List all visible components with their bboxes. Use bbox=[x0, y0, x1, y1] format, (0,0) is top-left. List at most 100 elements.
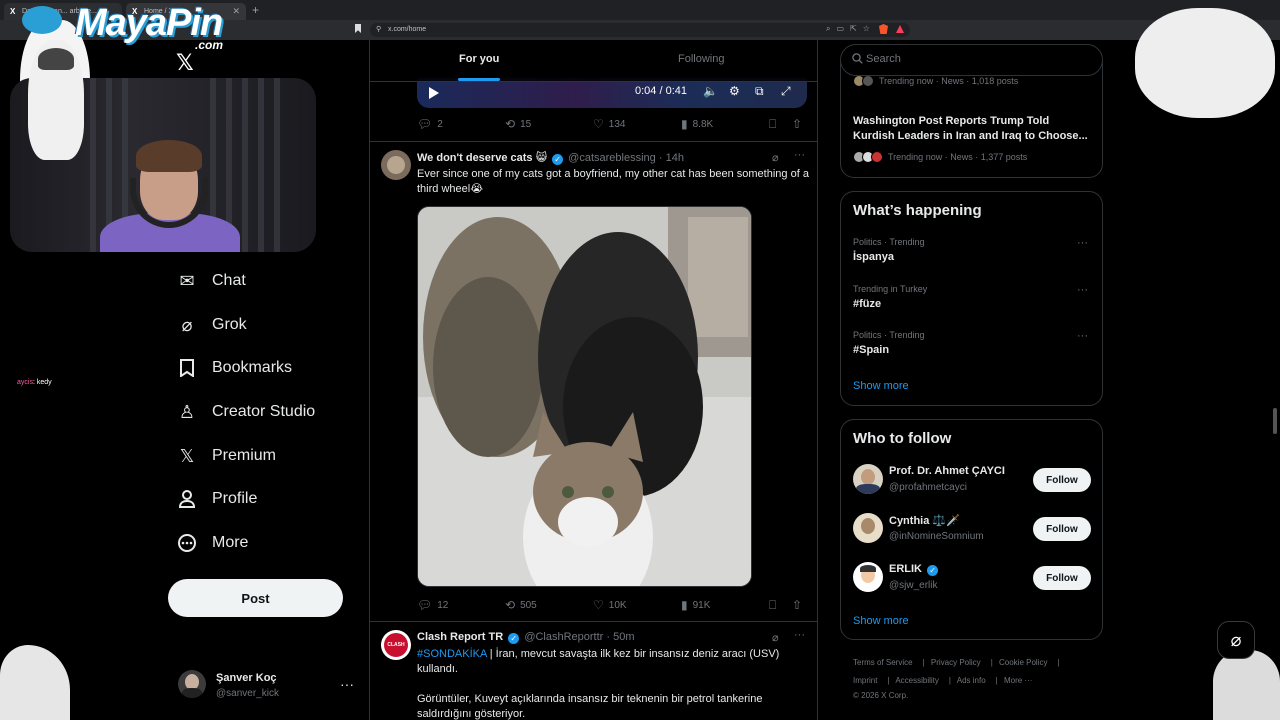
tweet-author-handle[interactable]: @catsareblessing bbox=[568, 152, 656, 164]
more-options-icon[interactable]: ··· bbox=[1077, 330, 1088, 342]
sidebar-item-label: Chat bbox=[212, 272, 246, 289]
follow-suggestion-handle: @inNomineSomnium bbox=[889, 531, 984, 542]
cat-sticker-bottom-left bbox=[0, 645, 70, 720]
more-options-icon[interactable]: ··· bbox=[340, 676, 354, 692]
trend-meta: Politics · Trending bbox=[853, 237, 925, 247]
grok-icon[interactable]: ⌀ bbox=[1217, 621, 1255, 659]
views-button[interactable]: ▮ 8.8K bbox=[681, 117, 713, 131]
tweet-time[interactable]: 14h bbox=[666, 152, 684, 164]
avatar[interactable]: CLASH bbox=[381, 630, 411, 660]
play-icon[interactable] bbox=[429, 87, 439, 99]
repost-button[interactable]: ⟲ 15 bbox=[505, 117, 531, 131]
footer-link[interactable]: Privacy Policy bbox=[931, 658, 981, 667]
hashtag-link[interactable]: #SONDAKİKA bbox=[417, 648, 487, 660]
more-options-icon[interactable]: ··· bbox=[794, 149, 805, 161]
reply-icon: 💬︎ bbox=[417, 117, 433, 131]
search-input[interactable] bbox=[866, 53, 1086, 65]
follow-button[interactable]: Follow bbox=[1033, 517, 1091, 541]
trend-name: #Spain bbox=[853, 344, 890, 356]
like-button[interactable]: ♡ 10K bbox=[593, 598, 627, 612]
scrollbar[interactable] bbox=[1273, 408, 1277, 434]
news-headline[interactable]: Washington Post Reports Trump Told Kurdi… bbox=[853, 114, 1093, 144]
follow-suggestion-name[interactable]: Cynthia ⚖️🗡️ bbox=[889, 514, 960, 527]
sidebar-item-creator-studio[interactable]: ♙ Creator Studio bbox=[176, 397, 315, 427]
account-handle: @sanver_kick bbox=[216, 688, 279, 699]
address-bar-actions[interactable]: ⌕▭⇱☆ bbox=[826, 24, 876, 34]
tweet-header: We don't deserve cats 😸 ✓ @catsareblessi… bbox=[417, 152, 684, 165]
tweet-video[interactable] bbox=[417, 206, 752, 587]
sidebar-item-chat[interactable]: ✉ Chat bbox=[176, 266, 246, 296]
sidebar-item-grok[interactable]: ⌀ Grok bbox=[176, 310, 247, 340]
tab-following[interactable]: Following bbox=[678, 53, 724, 65]
sidebar-item-bookmarks[interactable]: Bookmarks bbox=[176, 353, 292, 383]
who-to-follow-panel: Who to follow Prof. Dr. Ahmet ÇAYCI @pro… bbox=[840, 419, 1103, 640]
footer-link[interactable]: Ads info bbox=[957, 676, 986, 685]
volume-icon[interactable]: 🔈 bbox=[703, 84, 718, 98]
follow-suggestion-handle: @sjw_erlik bbox=[889, 580, 938, 591]
show-more-link[interactable]: Show more bbox=[853, 380, 909, 392]
grok-explain-icon[interactable]: ⌀ bbox=[772, 151, 779, 164]
more-options-icon[interactable]: ··· bbox=[1077, 284, 1088, 296]
x-premium-icon: 𝕏 bbox=[179, 445, 195, 466]
follow-suggestion-name[interactable]: Prof. Dr. Ahmet ÇAYCI bbox=[889, 465, 1005, 477]
post-button[interactable]: Post bbox=[168, 579, 343, 617]
close-tab-icon[interactable]: ✕ bbox=[232, 3, 240, 20]
grok-explain-icon[interactable]: ⌀ bbox=[772, 631, 779, 644]
new-tab-button[interactable]: + bbox=[252, 3, 259, 17]
reply-button[interactable]: 💬︎ 2 bbox=[417, 117, 443, 131]
share-button[interactable]: ⇧ bbox=[792, 598, 807, 612]
cat-sticker-ears bbox=[38, 48, 74, 70]
footer-link[interactable]: Terms of Service bbox=[853, 658, 913, 667]
follow-suggestion-name-row[interactable]: ERLIK ✓ bbox=[889, 563, 940, 576]
follow-suggestion-handle: @profahmetcayci bbox=[889, 482, 967, 493]
reply-button[interactable]: 💬︎ 12 bbox=[417, 598, 448, 612]
bookmark-button[interactable]: ⎕ bbox=[769, 598, 781, 613]
brave-shields-icon[interactable] bbox=[879, 24, 888, 34]
trend-name: İspanya bbox=[853, 251, 894, 263]
sidebar-item-premium[interactable]: 𝕏 Premium bbox=[176, 441, 276, 471]
tab-for-you[interactable]: For you bbox=[459, 53, 499, 65]
settings-icon[interactable]: ⚙ bbox=[729, 84, 740, 98]
tweet-author-name[interactable]: Clash Report TR bbox=[417, 631, 503, 643]
bookmark-button[interactable]: ⎕ bbox=[769, 117, 781, 132]
search-box[interactable] bbox=[840, 44, 1103, 76]
footer-link[interactable]: Imprint bbox=[853, 676, 877, 685]
avatar[interactable] bbox=[853, 464, 883, 494]
share-button[interactable]: ⇧ bbox=[792, 117, 807, 131]
site-info-icon[interactable]: ⚲ bbox=[376, 23, 381, 37]
panel-title: Who to follow bbox=[853, 430, 952, 447]
more-options-icon[interactable]: ··· bbox=[1077, 237, 1088, 249]
views-button[interactable]: ▮ 91K bbox=[681, 598, 710, 612]
mail-icon: ✉ bbox=[179, 270, 195, 291]
x-logo-icon[interactable]: 𝕏 bbox=[176, 50, 194, 76]
url-text: x.com/home bbox=[388, 26, 427, 33]
pip-icon[interactable]: ⧉ bbox=[755, 84, 764, 99]
tweet-time[interactable]: 50m bbox=[613, 631, 634, 643]
tweet-text: Ever since one of my cats got a boyfrien… bbox=[417, 168, 809, 195]
footer-link[interactable]: Cookie Policy bbox=[999, 658, 1047, 667]
avatar[interactable] bbox=[381, 150, 411, 180]
fullscreen-icon[interactable]: ⤢ bbox=[781, 84, 791, 99]
sidebar-item-more[interactable]: More bbox=[176, 528, 248, 558]
tweet-author-handle[interactable]: @ClashReporttr bbox=[524, 631, 603, 643]
video-player[interactable]: 0:04 / 0:41 🔈 ⚙ ⧉ ⤢ bbox=[417, 78, 807, 108]
sidebar-item-profile[interactable]: Profile bbox=[176, 484, 257, 514]
show-more-link[interactable]: Show more bbox=[853, 615, 909, 627]
repost-button[interactable]: ⟲ 505 bbox=[505, 598, 537, 612]
trend-name: #füze bbox=[853, 298, 882, 310]
account-switcher[interactable]: Şanver Koç @sanver_kick ··· bbox=[178, 668, 358, 708]
avatar[interactable] bbox=[853, 513, 883, 543]
bookmark-icon: ⎕ bbox=[769, 598, 777, 612]
footer-link[interactable]: Accessibility bbox=[895, 676, 939, 685]
avatar[interactable] bbox=[853, 562, 883, 592]
tweet-author-name[interactable]: We don't deserve cats 😸 bbox=[417, 152, 547, 164]
follow-button[interactable]: Follow bbox=[1033, 566, 1091, 590]
like-button[interactable]: ♡ 134 bbox=[593, 117, 625, 131]
whats-happening-panel: What’s happening Politics · Trending İsp… bbox=[840, 191, 1103, 406]
person-icon bbox=[176, 488, 198, 510]
tweet-actions: 💬︎ 12 ⟲ 505 ♡ 10K ▮ 91K ⎕ ⇧ bbox=[417, 598, 807, 614]
footer-link[interactable]: More ··· bbox=[1004, 676, 1032, 685]
follow-button[interactable]: Follow bbox=[1033, 468, 1091, 492]
more-options-icon[interactable]: ··· bbox=[794, 629, 805, 641]
tweet-header: Clash Report TR ✓ @ClashReporttr · 50m bbox=[417, 631, 635, 644]
